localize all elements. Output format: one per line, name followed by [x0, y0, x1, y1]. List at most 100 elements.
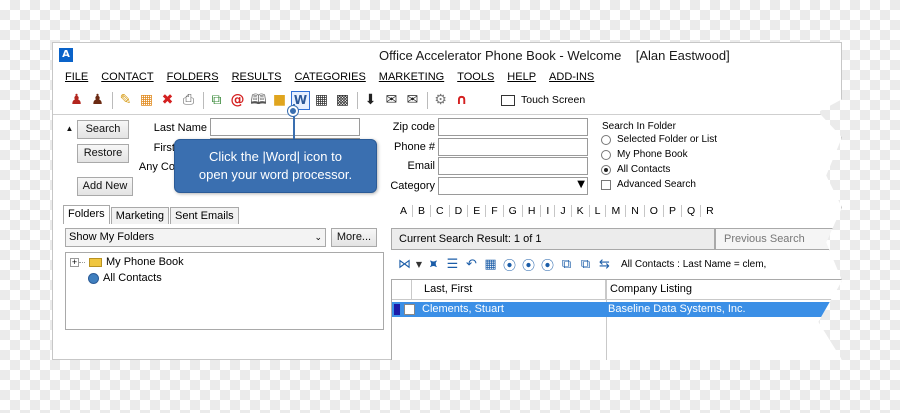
email-input[interactable]: [438, 157, 588, 175]
phone-input[interactable]: [438, 138, 588, 156]
advanced-search-label: Advanced Search: [617, 179, 696, 190]
letter-a[interactable]: A: [395, 205, 414, 217]
radio-my-phone-book[interactable]: My Phone Book: [601, 149, 688, 160]
touch-screen-button[interactable]: Touch Screen: [501, 94, 585, 106]
letter-o[interactable]: O: [645, 205, 664, 217]
search-in-folder-title: Search In Folder: [602, 121, 676, 132]
search-button[interactable]: Search: [77, 120, 129, 139]
chevron-down-icon[interactable]: ▼: [415, 256, 423, 273]
menu-help[interactable]: HELP: [507, 71, 536, 87]
book-icon[interactable]: 🕮: [249, 91, 268, 110]
letter-g[interactable]: G: [504, 205, 523, 217]
table-row[interactable]: Clements, Stuart Baseline Data Systems, …: [392, 302, 842, 317]
gear-icon[interactable]: ⚙: [431, 91, 450, 110]
grid-icon[interactable]: ▦: [482, 256, 499, 273]
document-icon[interactable]: ▦: [137, 91, 156, 110]
calendar-icon[interactable]: ▦: [312, 91, 331, 110]
column-header-last-first[interactable]: Last, First: [416, 280, 606, 299]
calendar2-icon[interactable]: ▩: [333, 91, 352, 110]
merge-icon[interactable]: ⦿: [501, 256, 518, 274]
window-icon[interactable]: ⧉: [558, 256, 575, 273]
letter-f[interactable]: F: [486, 205, 504, 217]
menu-marketing[interactable]: MARKETING: [379, 71, 444, 87]
zip-code-input[interactable]: [438, 118, 588, 136]
menu-results[interactable]: RESULTS: [232, 71, 282, 87]
tree-item-my-phone-book[interactable]: + My Phone Book: [70, 256, 184, 268]
last-name-input[interactable]: [210, 118, 360, 136]
add-new-button[interactable]: Add New: [77, 177, 133, 196]
envelope-outline-icon[interactable]: ✉: [403, 91, 422, 110]
tile-icon[interactable]: ⧉: [577, 256, 594, 273]
folder-select-value: Show My Folders: [69, 231, 154, 243]
radio-label-selected-folder: Selected Folder or List: [617, 134, 718, 145]
lightning-icon[interactable]: ⯍: [425, 256, 442, 273]
word-icon-callout: Click the |Word| icon to open your word …: [174, 139, 377, 193]
letter-b[interactable]: B: [413, 205, 432, 217]
letter-p[interactable]: P: [664, 205, 682, 217]
menu-add-ins[interactable]: ADD-INS: [549, 71, 594, 87]
tree-item-all-contacts[interactable]: All Contacts: [70, 272, 162, 284]
copy-icon[interactable]: ⧉: [207, 91, 226, 110]
letter-i[interactable]: I: [541, 205, 556, 217]
letter-j[interactable]: J: [555, 205, 572, 217]
letter-e[interactable]: E: [468, 205, 487, 217]
menu-file[interactable]: FILE: [65, 71, 88, 87]
left-tabs: Folders Marketing Sent Emails: [63, 205, 240, 224]
menu-folders[interactable]: FOLDERS: [167, 71, 219, 87]
letter-k[interactable]: K: [572, 205, 590, 217]
expand-icon[interactable]: +: [70, 257, 79, 267]
search-result-status: Current Search Result: 1 of 1: [391, 228, 715, 250]
row-indicator: [394, 304, 400, 315]
filter-path-text: All Contacts : Last Name = clem,: [621, 259, 767, 270]
undo-icon[interactable]: ↶: [463, 256, 480, 273]
delete-icon[interactable]: ✖: [158, 91, 177, 110]
email-at-icon[interactable]: @: [228, 91, 247, 110]
tree-label: All Contacts: [103, 272, 162, 284]
previous-search-button[interactable]: Previous Search: [715, 228, 842, 250]
menu-tools[interactable]: TOOLS: [457, 71, 494, 87]
app-window: A Office Accelerator Phone Book - Welcom…: [52, 42, 842, 360]
folder-tree: + My Phone Book All Contacts: [65, 252, 384, 330]
envelope-icon[interactable]: ✉: [382, 91, 401, 110]
group-icon[interactable]: ♟: [88, 91, 107, 110]
more-button[interactable]: More...: [331, 228, 377, 247]
category-select[interactable]: ▼: [438, 177, 588, 195]
radio-label-all-contacts: All Contacts: [617, 164, 671, 175]
letter-h[interactable]: H: [523, 205, 542, 217]
intersect-icon[interactable]: ⦿: [520, 256, 537, 274]
folder-select[interactable]: Show My Folders ⌄: [65, 228, 326, 247]
menu-categories[interactable]: CATEGORIES: [294, 71, 365, 87]
subtract-icon[interactable]: ⦿: [539, 256, 556, 274]
title-bar: A Office Accelerator Phone Book - Welcom…: [53, 43, 841, 67]
letter-l[interactable]: L: [590, 205, 607, 217]
letter-c[interactable]: C: [431, 205, 450, 217]
radio-selected-folder[interactable]: Selected Folder or List: [601, 134, 717, 145]
folder-icon[interactable]: ■: [270, 91, 289, 110]
tab-folders[interactable]: Folders: [63, 205, 110, 224]
toolbar-separator: [112, 91, 113, 109]
collapse-arrow-icon[interactable]: ▲: [63, 120, 76, 139]
move-icon[interactable]: ⇆: [596, 256, 613, 273]
tab-sent-emails[interactable]: Sent Emails: [169, 207, 239, 224]
letter-d[interactable]: D: [450, 205, 469, 217]
results-toolbar: ⋈ ▼ ⯍ ☰ ↶ ▦ ⦿ ⦿ ⦿ ⧉ ⧉ ⇆ All Contacts : L…: [396, 256, 767, 274]
magnet-icon[interactable]: ∩: [452, 91, 471, 110]
row-checkbox[interactable]: [404, 304, 415, 315]
tab-marketing[interactable]: Marketing: [110, 207, 169, 224]
add-contact-icon[interactable]: ♟: [67, 91, 86, 110]
letter-q[interactable]: Q: [682, 205, 702, 217]
column-header-company[interactable]: Company Listing: [606, 280, 842, 299]
download-icon[interactable]: ⬇: [361, 91, 380, 110]
letter-m[interactable]: M: [606, 205, 627, 217]
letter-n[interactable]: N: [626, 205, 645, 217]
network-icon[interactable]: ⋈: [396, 256, 413, 273]
advanced-search-checkbox[interactable]: Advanced Search: [601, 179, 696, 190]
edit-icon[interactable]: ✎: [116, 91, 135, 110]
list-icon[interactable]: ☰: [444, 256, 461, 273]
radio-all-contacts[interactable]: All Contacts: [601, 164, 670, 175]
print-icon[interactable]: ⎙: [179, 91, 198, 110]
letter-r[interactable]: R: [701, 205, 719, 217]
restore-button[interactable]: Restore: [77, 144, 129, 163]
menu-contact[interactable]: CONTACT: [101, 71, 153, 87]
window-title-text: Office Accelerator Phone Book - Welcome: [379, 48, 622, 63]
